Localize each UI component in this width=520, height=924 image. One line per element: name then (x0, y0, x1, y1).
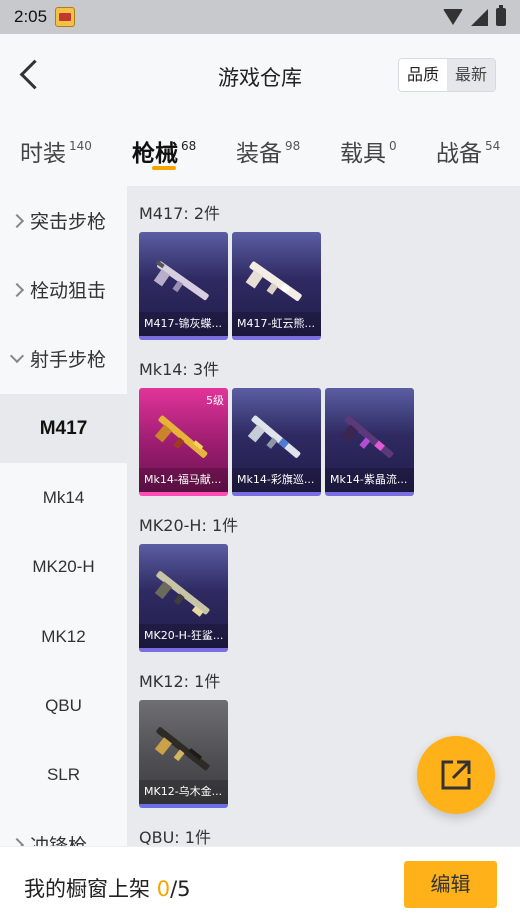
rifle-icon (340, 415, 394, 458)
item-name: Mk14-紫晶流... (325, 468, 414, 492)
active-tab-indicator (152, 166, 176, 170)
item-card[interactable]: Mk14-紫晶流... (325, 388, 414, 496)
sidebar-item-mk14[interactable]: Mk14 (0, 463, 127, 532)
group-heading: M417: 2件 (139, 204, 221, 223)
item-name: MK12-乌木金... (139, 780, 228, 804)
sidebar-item-m417[interactable]: M417 (0, 394, 127, 463)
item-name: M417-虹云熊... (232, 312, 321, 336)
wifi-icon (443, 9, 463, 25)
tab-fashion[interactable]: 时装 140 (20, 134, 92, 168)
share-button[interactable] (417, 736, 495, 814)
header: 游戏仓库 品质 最新 (0, 34, 520, 116)
item-name: Mk14-福马献... (139, 468, 228, 492)
tab-vehicles[interactable]: 载具 0 (340, 134, 397, 168)
tab-count: 0 (389, 139, 397, 154)
item-level-badge: 5级 (206, 394, 224, 407)
sidebar-category-marksman-rifles[interactable]: 射手步枪 (0, 324, 127, 393)
sidebar-item-mk12[interactable]: MK12 (0, 602, 127, 671)
group-heading: QBU: 1件 (139, 828, 211, 846)
chevron-right-icon (9, 837, 25, 846)
sidebar-item-mk20h[interactable]: MK20-H (0, 532, 127, 601)
sidebar-category-assault-rifles[interactable]: 突击步枪 (0, 186, 127, 255)
sort-toggle: 品质 最新 (397, 58, 496, 92)
chevron-down-icon (9, 348, 25, 363)
category-tabs: 时装 140 枪械 68 装备 98 载具 0 战备 54 (0, 116, 520, 186)
item-card[interactable]: MK12-乌木金... (139, 700, 228, 808)
sort-quality-button[interactable]: 品质 (398, 59, 447, 91)
showcase-status: 我的橱窗上架 0/5 (24, 877, 191, 901)
item-name: MK20-H-狂鲨... (139, 624, 228, 648)
rifle-icon (247, 415, 301, 458)
rifle-icon (154, 727, 210, 771)
tab-count: 140 (69, 139, 92, 154)
status-icons (443, 5, 506, 26)
edit-button[interactable]: 编辑 (404, 861, 497, 908)
tab-count: 68 (181, 139, 197, 154)
item-card[interactable]: Mk14-彩旗巡... (232, 388, 321, 496)
item-name: Mk14-彩旗巡... (232, 468, 321, 492)
sidebar: 突击步枪 栓动狙击 射手步枪 M417 Mk14 MK20-H MK12 QBU… (0, 186, 127, 846)
bottom-bar: 我的橱窗上架 0/5 编辑 (0, 846, 520, 924)
tab-count: 98 (285, 139, 301, 154)
group-heading: Mk14: 3件 (139, 360, 220, 379)
signal-icon (471, 8, 488, 26)
share-icon (441, 760, 471, 790)
sidebar-item-qbu[interactable]: QBU (0, 671, 127, 740)
battery-icon (496, 5, 506, 26)
tab-equipment[interactable]: 装备 98 (236, 134, 300, 168)
tab-supplies[interactable]: 战备 54 (436, 134, 500, 168)
chevron-right-icon (9, 213, 25, 228)
sort-latest-button[interactable]: 最新 (446, 59, 495, 91)
tab-count: 54 (485, 139, 501, 154)
chevron-right-icon (9, 282, 25, 297)
sidebar-category-bolt-snipers[interactable]: 栓动狙击 (0, 255, 127, 324)
rifle-icon (153, 260, 209, 301)
sidebar-item-slr[interactable]: SLR (0, 740, 127, 809)
rifle-icon (245, 261, 302, 301)
showcase-current-count: 0 (156, 877, 171, 901)
item-card[interactable]: M417-虹云熊... (232, 232, 321, 340)
group-heading: MK12: 1件 (139, 672, 221, 691)
group-heading: MK20-H: 1件 (139, 516, 239, 535)
rifle-icon (154, 571, 210, 617)
showcase-total: /5 (170, 877, 191, 901)
item-card[interactable]: M417-锦灰蝶... (139, 232, 228, 340)
status-bar: 2:05 (0, 0, 520, 34)
item-name: M417-锦灰蝶... (139, 312, 228, 336)
item-card[interactable]: MK20-H-狂鲨... (139, 544, 228, 652)
sidebar-category-smg[interactable]: 冲锋枪 (0, 810, 127, 846)
rifle-icon (154, 415, 208, 458)
status-time: 2:05 (14, 7, 48, 26)
app-icon (55, 7, 76, 27)
item-card[interactable]: 5级 Mk14-福马献... (139, 388, 228, 496)
tab-guns[interactable]: 枪械 68 (132, 134, 196, 168)
